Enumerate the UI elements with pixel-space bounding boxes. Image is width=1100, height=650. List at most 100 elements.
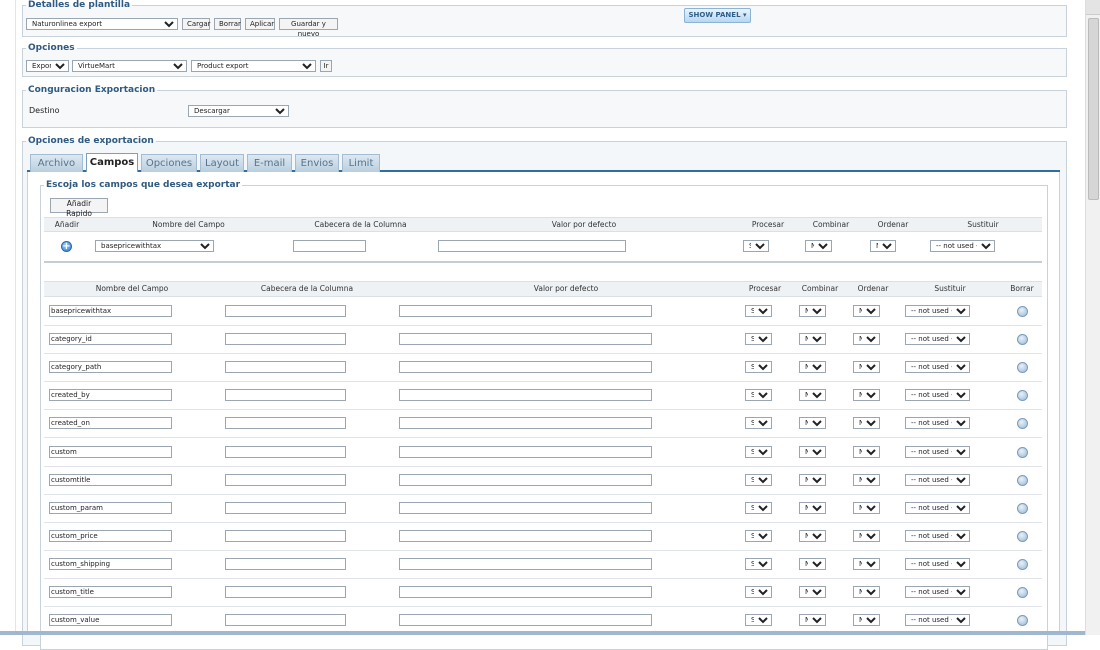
ordenar-select[interactable]: No: [853, 473, 880, 486]
add-procesar-select[interactable]: Sí: [743, 240, 769, 252]
component-select[interactable]: VirtueMart: [72, 60, 187, 72]
default-value-input[interactable]: [399, 305, 652, 317]
procesar-select[interactable]: Sí: [745, 614, 772, 627]
sustituir-select[interactable]: -- not used --: [905, 586, 970, 598]
sustituir-select[interactable]: -- not used --: [905, 389, 970, 402]
field-name-input[interactable]: [49, 333, 172, 346]
sustituir-select[interactable]: -- not used --: [905, 557, 970, 570]
field-name-input[interactable]: [49, 389, 172, 402]
plus-icon[interactable]: +: [61, 241, 72, 252]
field-name-input[interactable]: [49, 305, 172, 317]
sustituir-select[interactable]: -- not used --: [905, 445, 970, 458]
ordenar-select[interactable]: No: [853, 586, 880, 598]
ordenar-select[interactable]: No: [853, 389, 880, 402]
procesar-select[interactable]: Sí: [745, 586, 772, 598]
delete-row-icon[interactable]: [1017, 390, 1028, 402]
delete-row-icon[interactable]: [1017, 446, 1028, 458]
combinar-select[interactable]: No: [799, 501, 826, 514]
vertical-scrollbar[interactable]: [1085, 0, 1100, 635]
default-value-input[interactable]: [399, 361, 652, 374]
tab-envios[interactable]: Envios: [295, 154, 339, 172]
field-name-input[interactable]: [49, 361, 172, 374]
tab-archivo[interactable]: Archivo: [30, 154, 83, 172]
field-name-input[interactable]: [49, 586, 172, 598]
default-value-input[interactable]: [399, 501, 652, 514]
delete-row-icon[interactable]: [1017, 362, 1028, 374]
combinar-select[interactable]: No: [799, 305, 826, 317]
combinar-select[interactable]: No: [799, 417, 826, 430]
delete-template-button[interactable]: Borrar: [214, 18, 241, 30]
show-panel-button[interactable]: SHOW PANEL ▾: [684, 8, 751, 23]
operation-select[interactable]: Product export: [191, 60, 316, 72]
load-template-button[interactable]: Cargar: [182, 18, 211, 30]
column-header-input[interactable]: [225, 529, 346, 542]
field-name-input[interactable]: [49, 614, 172, 627]
delete-row-icon[interactable]: [1017, 558, 1028, 570]
procesar-select[interactable]: Sí: [745, 361, 772, 374]
combinar-select[interactable]: No: [799, 557, 826, 570]
field-name-input[interactable]: [49, 473, 172, 486]
default-value-input[interactable]: [399, 557, 652, 570]
sustituir-select[interactable]: -- not used --: [905, 529, 970, 542]
default-value-input[interactable]: [399, 473, 652, 486]
field-name-input[interactable]: [49, 417, 172, 430]
column-header-input[interactable]: [225, 586, 346, 598]
column-header-input[interactable]: [225, 305, 346, 317]
ordenar-select[interactable]: No: [853, 333, 880, 346]
combinar-select[interactable]: No: [799, 586, 826, 598]
default-value-input[interactable]: [399, 333, 652, 346]
delete-row-icon[interactable]: [1017, 502, 1028, 514]
procesar-select[interactable]: Sí: [745, 473, 772, 486]
combinar-select[interactable]: No: [799, 361, 826, 374]
combinar-select[interactable]: No: [799, 473, 826, 486]
column-header-input[interactable]: [225, 417, 346, 430]
delete-row-icon[interactable]: [1017, 615, 1028, 627]
add-field-select[interactable]: basepricewithtax: [95, 240, 214, 252]
action-select[interactable]: Exportar: [26, 60, 69, 72]
destination-select[interactable]: Descargar: [188, 105, 289, 117]
ordenar-select[interactable]: No: [853, 361, 880, 374]
column-header-input[interactable]: [225, 557, 346, 570]
tab-campos[interactable]: Campos: [86, 153, 138, 172]
scroll-up-arrow[interactable]: [1086, 0, 1100, 15]
delete-row-icon[interactable]: [1017, 334, 1028, 346]
ordenar-select[interactable]: No: [853, 501, 880, 514]
default-value-input[interactable]: [399, 529, 652, 542]
scrollbar-thumb[interactable]: [1088, 18, 1099, 200]
combinar-select[interactable]: No: [799, 333, 826, 346]
delete-row-icon[interactable]: [1017, 530, 1028, 542]
sustituir-select[interactable]: -- not used --: [905, 305, 970, 317]
field-name-input[interactable]: [49, 501, 172, 514]
apply-template-button[interactable]: Aplicar: [245, 18, 275, 30]
sustituir-select[interactable]: -- not used --: [905, 614, 970, 627]
go-button[interactable]: Ir: [320, 60, 332, 72]
template-select[interactable]: Naturonlinea export: [26, 18, 178, 30]
procesar-select[interactable]: Sí: [745, 417, 772, 430]
add-default-value-input[interactable]: [438, 240, 626, 252]
add-column-header-input[interactable]: [293, 240, 366, 252]
procesar-select[interactable]: Sí: [745, 389, 772, 402]
quick-add-button[interactable]: Añadir Rapido: [50, 198, 108, 218]
delete-row-icon[interactable]: [1017, 306, 1028, 317]
tab-layout[interactable]: Layout: [200, 154, 244, 172]
sustituir-select[interactable]: -- not used --: [905, 361, 970, 374]
ordenar-select[interactable]: No: [853, 417, 880, 430]
save-new-template-button[interactable]: Guardar y nuevo: [279, 18, 338, 38]
default-value-input[interactable]: [399, 586, 652, 598]
field-name-input[interactable]: [49, 445, 172, 458]
sustituir-select[interactable]: -- not used --: [905, 333, 970, 346]
add-sustituir-select[interactable]: -- not used --: [930, 240, 995, 252]
default-value-input[interactable]: [399, 614, 652, 627]
sustituir-select[interactable]: -- not used --: [905, 473, 970, 486]
delete-row-icon[interactable]: [1017, 474, 1028, 486]
column-header-input[interactable]: [225, 389, 346, 402]
procesar-select[interactable]: Sí: [745, 501, 772, 514]
procesar-select[interactable]: Sí: [745, 305, 772, 317]
ordenar-select[interactable]: No: [853, 614, 880, 627]
column-header-input[interactable]: [225, 445, 346, 458]
ordenar-select[interactable]: No: [853, 305, 880, 317]
combinar-select[interactable]: No: [799, 389, 826, 402]
tab-email[interactable]: E-mail: [247, 154, 292, 172]
ordenar-select[interactable]: No: [853, 557, 880, 570]
sustituir-select[interactable]: -- not used --: [905, 417, 970, 430]
